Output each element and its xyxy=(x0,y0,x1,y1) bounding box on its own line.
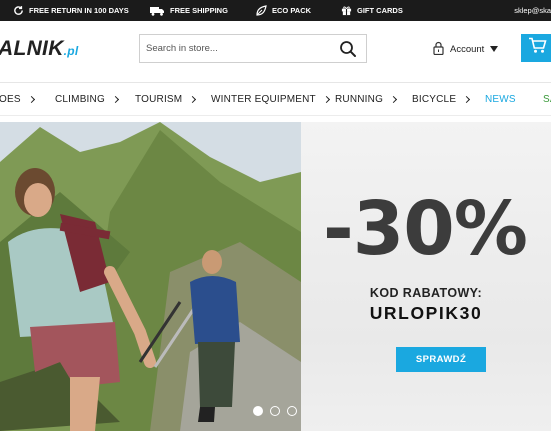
top-info-bar: FREE RETURN IN 100 DAYS FREE SHIPPING EC… xyxy=(0,0,551,21)
cart-button[interactable] xyxy=(521,34,551,62)
site-logo[interactable]: ALNIK.pl xyxy=(0,37,79,61)
chevron-right-icon xyxy=(322,95,330,104)
nav-item-label: CLIMBING xyxy=(55,94,105,105)
logo-suffix: .pl xyxy=(63,44,79,58)
nav-item-climbing[interactable]: CLIMBING xyxy=(55,83,119,116)
hero-banner[interactable]: -30% KOD RABATOWY: URLOPIK30 SPRAWDŹ xyxy=(0,122,551,431)
nav-item-winter-equipment[interactable]: WINTER EQUIPMENT xyxy=(211,83,330,116)
carousel-dot-2[interactable] xyxy=(270,406,280,416)
eco-pack-info[interactable]: ECO PACK xyxy=(255,0,311,21)
nav-item-label: OES xyxy=(0,94,21,105)
leaf-icon xyxy=(255,4,267,17)
carousel-dot-1[interactable] xyxy=(253,406,263,416)
nav-item-label: RUNNING xyxy=(335,94,384,105)
free-shipping-label: FREE SHIPPING xyxy=(170,6,228,15)
search-input[interactable] xyxy=(140,36,330,61)
account-label: Account xyxy=(450,44,485,55)
hero-photo xyxy=(0,122,301,431)
chevron-right-icon xyxy=(189,95,197,104)
chevron-right-icon xyxy=(463,95,471,104)
lock-icon xyxy=(433,41,444,58)
promo-panel: -30% KOD RABATOWY: URLOPIK30 SPRAWDŹ xyxy=(301,122,551,431)
search-icon[interactable] xyxy=(339,40,357,63)
nav-item-running[interactable]: RUNNING xyxy=(335,83,398,116)
logo-text: ALNIK xyxy=(0,37,64,60)
discount-text: -30% xyxy=(323,186,528,272)
chevron-right-icon xyxy=(111,95,119,104)
site-header: ALNIK.pl Account xyxy=(0,21,551,83)
account-menu[interactable]: Account xyxy=(433,41,499,58)
nav-item-shoes[interactable]: OES xyxy=(0,83,35,116)
free-return-info[interactable]: FREE RETURN IN 100 DAYS xyxy=(13,0,129,21)
search-box xyxy=(139,34,367,63)
nav-item-label: BICYCLE xyxy=(412,94,457,105)
contact-email[interactable]: sklep@ska xyxy=(514,0,551,21)
truck-icon xyxy=(150,6,165,16)
cart-icon xyxy=(528,37,547,59)
check-offer-button[interactable]: SPRAWDŹ xyxy=(396,347,486,372)
gift-cards-label: GIFT CARDS xyxy=(357,6,403,15)
nav-item-tourism[interactable]: TOURISM xyxy=(135,83,197,116)
free-return-label: FREE RETURN IN 100 DAYS xyxy=(29,6,129,15)
return-icon xyxy=(13,5,24,16)
main-navigation: OES CLIMBING TOURISM WINTER EQUIPMENT RU… xyxy=(0,83,551,116)
discount-code: URLOPIK30 xyxy=(369,303,483,323)
carousel-dot-3[interactable] xyxy=(287,406,297,416)
nav-item-news[interactable]: NEWS xyxy=(485,83,516,116)
nav-item-sale[interactable]: SA xyxy=(543,83,551,116)
nav-item-label: WINTER EQUIPMENT xyxy=(211,94,316,105)
nav-item-label: TOURISM xyxy=(135,94,183,105)
gift-cards-info[interactable]: GIFT CARDS xyxy=(341,0,403,21)
gift-icon xyxy=(341,5,352,16)
caret-down-icon xyxy=(490,44,499,55)
hikers-illustration xyxy=(0,122,301,431)
eco-pack-label: ECO PACK xyxy=(272,6,312,15)
chevron-right-icon xyxy=(27,95,35,104)
discount-code-label: KOD RABATOWY: xyxy=(369,286,483,300)
chevron-right-icon xyxy=(390,95,398,104)
carousel-dots xyxy=(253,406,297,416)
nav-item-bicycle[interactable]: BICYCLE xyxy=(412,83,471,116)
free-shipping-info[interactable]: FREE SHIPPING xyxy=(150,0,228,21)
